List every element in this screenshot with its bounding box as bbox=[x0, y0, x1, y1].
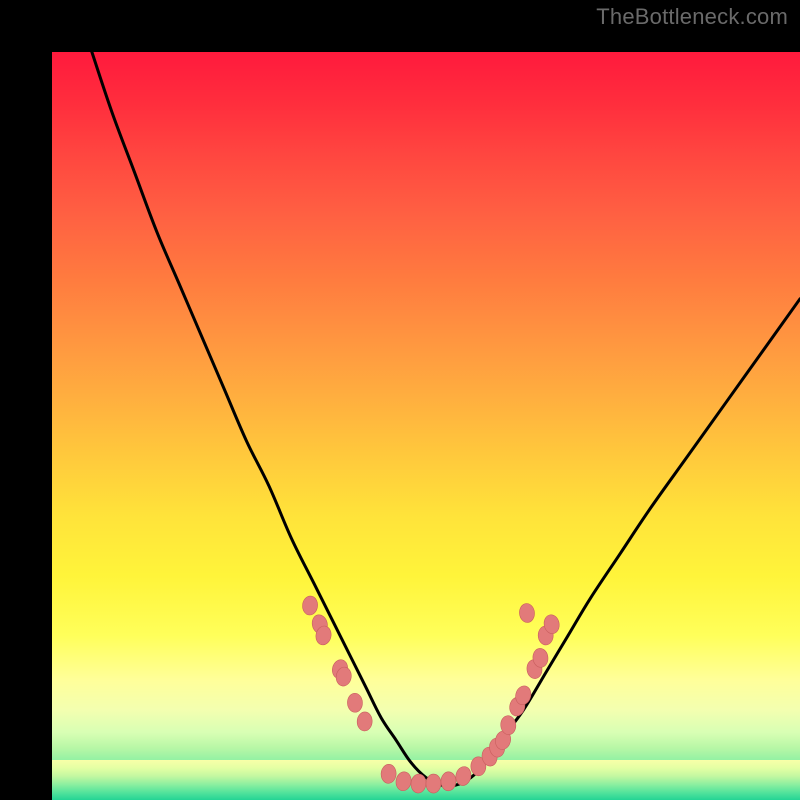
data-marker bbox=[347, 693, 363, 713]
data-marker bbox=[519, 603, 536, 623]
data-marker bbox=[426, 774, 442, 793]
bottleneck-curve bbox=[52, 52, 800, 786]
chart-frame bbox=[0, 0, 800, 800]
data-marker bbox=[381, 764, 397, 784]
data-marker bbox=[395, 771, 413, 792]
data-marker bbox=[302, 595, 319, 615]
data-marker bbox=[441, 772, 457, 792]
plot-area bbox=[52, 52, 800, 800]
watermark-text: TheBottleneck.com bbox=[596, 4, 788, 30]
curve-layer bbox=[52, 52, 800, 800]
data-marker bbox=[357, 712, 373, 732]
